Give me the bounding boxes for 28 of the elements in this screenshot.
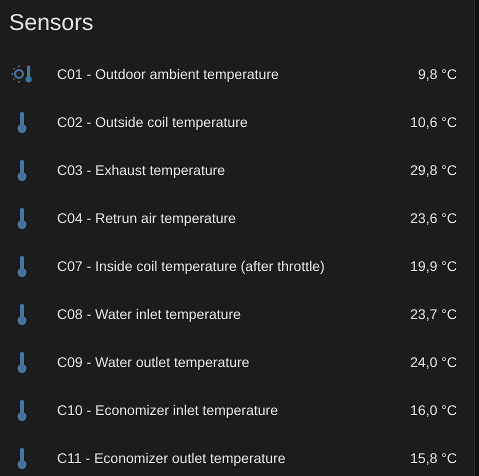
sensor-value: 9,8 °C <box>418 66 457 82</box>
sensor-value: 15,8 °C <box>410 450 457 466</box>
sun-thermometer-icon <box>11 65 33 83</box>
thermometer-icon <box>17 255 27 277</box>
thermometer-icon <box>17 303 27 325</box>
sensor-name: C07 - Inside coil temperature (after throttle) <box>57 258 326 274</box>
thermometer-icon <box>17 399 27 421</box>
sensor-name: C11 - Economizer outlet temperature <box>57 450 287 466</box>
sensor-name: C01 - Outdoor ambient temperature <box>57 66 280 82</box>
thermometer-icon <box>17 351 27 373</box>
sensor-value: 29,8 °C <box>410 162 457 178</box>
thermometer-icon <box>17 159 27 181</box>
sensor-name: C02 - Outside coil temperature <box>57 114 249 130</box>
sensor-name: C08 - Water inlet temperature <box>57 306 242 322</box>
sensor-value: 16,0 °C <box>410 402 457 418</box>
card-title: Sensors <box>8 8 94 37</box>
thermometer-icon <box>17 447 27 469</box>
thermometer-icon <box>17 207 27 229</box>
thermometer-icon <box>17 111 27 133</box>
sensor-name: C03 - Exhaust temperature <box>57 162 226 178</box>
sensor-value: 23,6 °C <box>410 210 457 226</box>
sensor-name: C09 - Water outlet temperature <box>57 354 250 370</box>
sensor-value: 19,9 °C <box>410 258 457 274</box>
sensor-value: 24,0 °C <box>410 354 457 370</box>
sensor-value: 10,6 °C <box>410 114 457 130</box>
sensor-name: C10 - Economizer inlet temperature <box>57 402 279 418</box>
sensor-value: 23,7 °C <box>410 306 457 322</box>
sensor-name: C04 - Retrun air temperature <box>57 210 237 226</box>
